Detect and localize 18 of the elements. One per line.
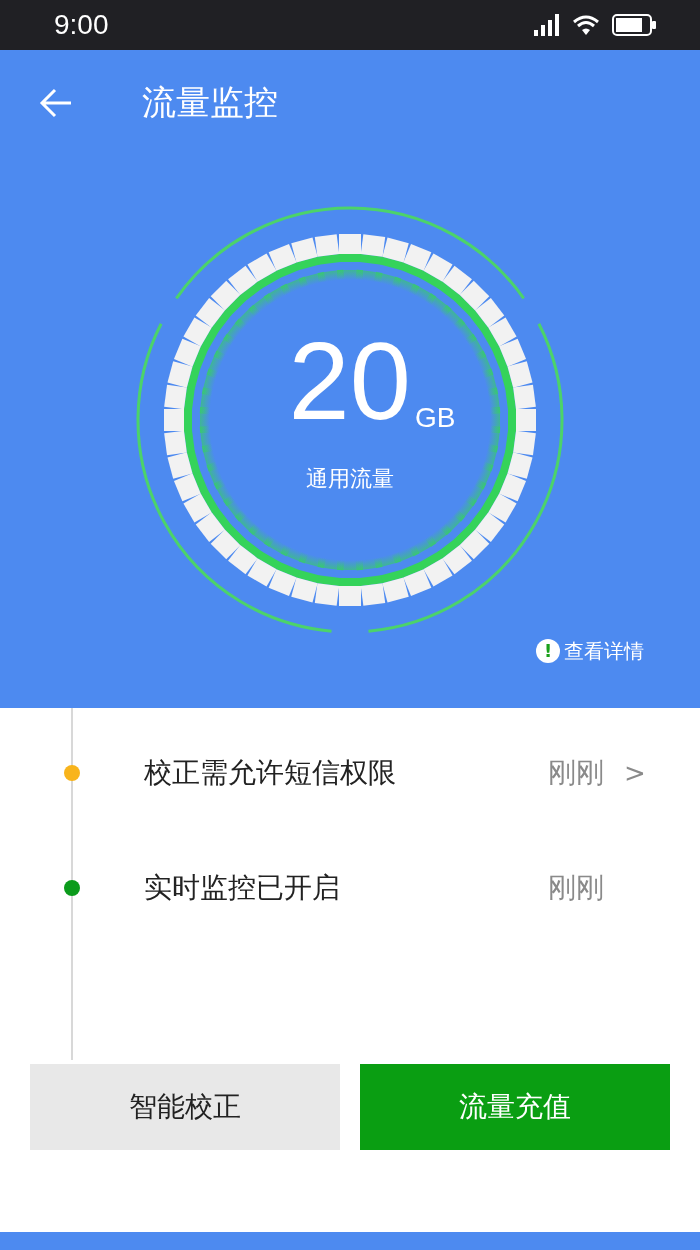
details-link[interactable]: ! 查看详情 bbox=[536, 636, 644, 666]
event-time: 刚刚 bbox=[548, 755, 604, 791]
calibrate-button[interactable]: 智能校正 bbox=[30, 1064, 340, 1150]
chevron-icon[interactable]: > bbox=[624, 753, 646, 793]
event-text: 实时监控已开启 bbox=[144, 870, 340, 906]
signal-icon bbox=[534, 14, 560, 36]
recharge-button[interactable]: 流量充值 bbox=[360, 1064, 670, 1150]
page-title: 流量监控 bbox=[142, 81, 278, 124]
info-icon: ! bbox=[536, 639, 560, 663]
clock-time: 9:00 bbox=[54, 8, 109, 42]
event-time: 刚刚 bbox=[548, 870, 604, 906]
back-arrow-icon bbox=[39, 87, 73, 118]
usage-value: 20 bbox=[288, 325, 411, 436]
battery-icon bbox=[612, 14, 656, 36]
usage-unit: GB bbox=[414, 403, 456, 432]
event-text: 校正需允许短信权限 bbox=[144, 755, 396, 791]
usage-label: 通用流量 bbox=[306, 464, 394, 493]
wifi-icon bbox=[572, 14, 600, 36]
